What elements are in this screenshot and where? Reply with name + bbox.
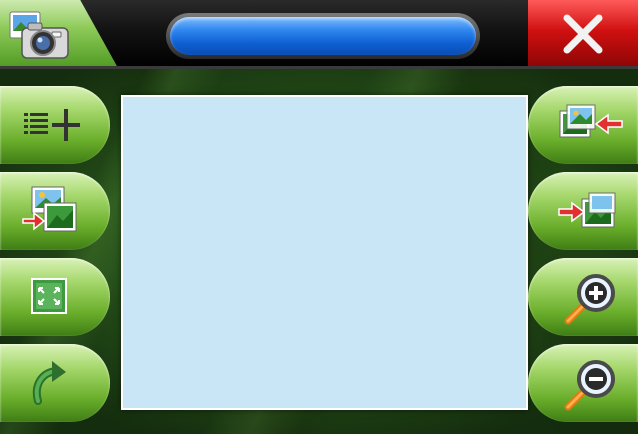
zoom-out-button[interactable] bbox=[528, 344, 638, 422]
picture-preview[interactable] bbox=[121, 95, 528, 410]
previous-picture-button[interactable] bbox=[528, 86, 638, 164]
rotate-icon bbox=[32, 361, 66, 405]
zoom-in-icon bbox=[564, 274, 615, 325]
picture-arrow-left-icon bbox=[559, 104, 623, 138]
close-icon bbox=[563, 14, 603, 54]
photo-viewer-app bbox=[0, 0, 638, 434]
camera-photo-icon bbox=[8, 6, 74, 62]
zoom-in-button[interactable] bbox=[528, 258, 638, 336]
import-picture-button[interactable] bbox=[0, 172, 110, 250]
close-button[interactable] bbox=[528, 0, 638, 68]
list-add-icon bbox=[24, 109, 80, 141]
fit-screen-icon bbox=[31, 278, 67, 314]
add-to-list-button[interactable] bbox=[0, 86, 110, 164]
window-title bbox=[166, 13, 480, 59]
picture-arrow-right-icon bbox=[558, 192, 616, 228]
next-picture-button[interactable] bbox=[528, 172, 638, 250]
title-bar bbox=[0, 0, 638, 69]
title-display bbox=[166, 13, 480, 59]
rotate-button[interactable] bbox=[0, 344, 110, 422]
fit-screen-button[interactable] bbox=[0, 258, 110, 336]
picture-import-icon bbox=[22, 186, 77, 232]
zoom-out-icon bbox=[564, 360, 615, 411]
